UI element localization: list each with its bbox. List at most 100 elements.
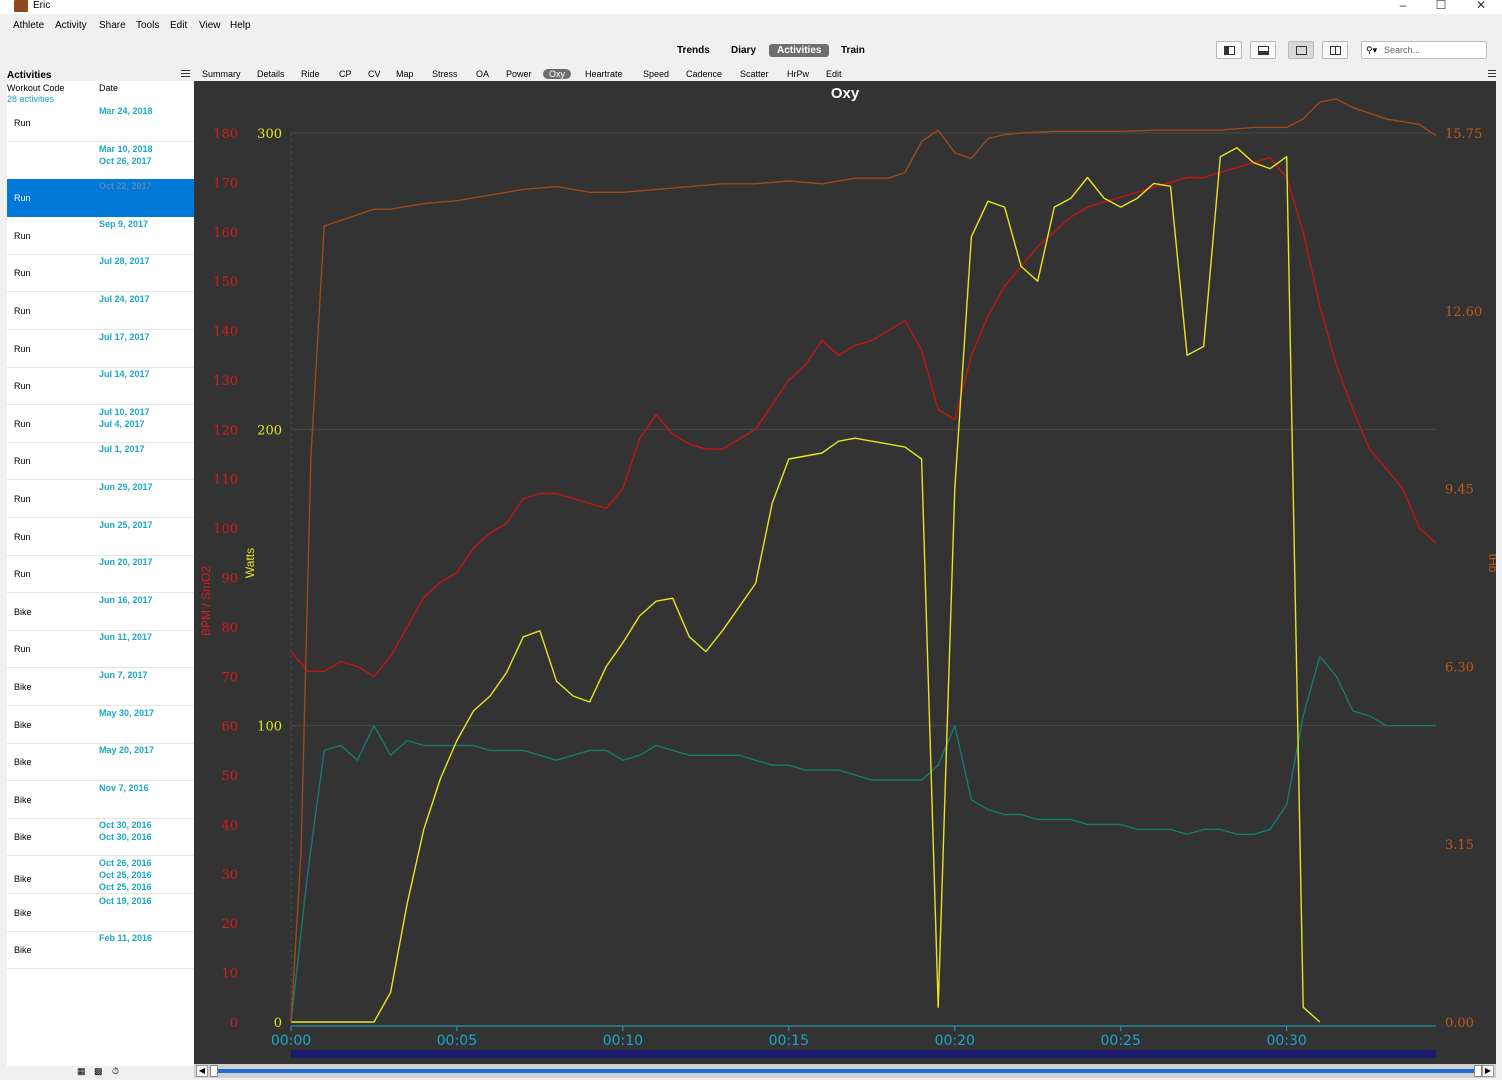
tabbed-view-button[interactable] <box>1288 41 1314 59</box>
activity-date[interactable]: May 30, 2017 <box>99 708 154 718</box>
chart-scrollbar[interactable]: ◀ ▶ <box>194 1064 1496 1078</box>
search-input[interactable] <box>1384 43 1482 57</box>
list-item[interactable]: Sep 9, 2017 Run <box>7 217 194 255</box>
chart-menu-icon[interactable] <box>1488 70 1496 77</box>
list-item[interactable]: May 30, 2017 Bike <box>7 706 194 744</box>
activity-date[interactable]: Jul 28, 2017 <box>99 256 150 266</box>
activity-date[interactable]: Jun 29, 2017 <box>99 482 153 492</box>
activity-date[interactable]: Oct 26, 2017 <box>99 156 152 166</box>
activity-date[interactable]: Oct 26, 2016 <box>99 858 152 868</box>
activity-date[interactable]: Oct 22, 2017 <box>99 181 152 191</box>
tab-trends[interactable]: Trends <box>669 44 718 57</box>
tab-cv[interactable]: CV <box>362 69 387 79</box>
search-box[interactable]: ⚲▾ <box>1361 41 1487 59</box>
list-item[interactable]: Jul 10, 2017 Jul 4, 2017 Run <box>7 405 194 443</box>
tab-scatter[interactable]: Scatter <box>734 69 775 79</box>
menu-athlete[interactable]: Athlete <box>13 20 44 31</box>
scrollbar-left-handle[interactable] <box>210 1065 218 1077</box>
tab-speed[interactable]: Speed <box>637 69 675 79</box>
list-item[interactable]: Jul 17, 2017 Run <box>7 330 194 368</box>
activity-date[interactable]: Jul 10, 2017 <box>99 407 150 417</box>
menu-share[interactable]: Share <box>99 20 126 31</box>
scrollbar-track[interactable] <box>214 1069 1474 1073</box>
activity-date[interactable]: Jul 1, 2017 <box>99 444 145 454</box>
activity-date[interactable]: Oct 30, 2016 <box>99 832 152 842</box>
menu-activity[interactable]: Activity <box>55 20 87 31</box>
scroll-right-icon[interactable]: ▶ <box>1482 1065 1494 1077</box>
activity-date[interactable]: Oct 25, 2016 <box>99 882 152 892</box>
activity-date[interactable]: Jul 14, 2017 <box>99 369 150 379</box>
tab-diary[interactable]: Diary <box>723 44 764 57</box>
activity-date[interactable]: Jun 20, 2017 <box>99 557 153 567</box>
tab-summary[interactable]: Summary <box>196 69 247 79</box>
list-item[interactable]: Feb 11, 2016 Bike <box>7 931 194 970</box>
list-item[interactable]: May 20, 2017 Bike <box>7 743 194 782</box>
list-item[interactable]: Jun 20, 2017 Run <box>7 555 194 594</box>
list-item[interactable]: Jul 24, 2017 Run <box>7 292 194 330</box>
list-item[interactable]: Jun 11, 2017 Run <box>7 630 194 669</box>
activity-date[interactable]: Oct 30, 2016 <box>99 820 152 830</box>
list-item[interactable]: Jun 7, 2017 Bike <box>7 668 194 706</box>
timer-icon[interactable]: ⏱ <box>112 1067 122 1076</box>
tab-edit[interactable]: Edit <box>820 69 848 79</box>
tab-oa[interactable]: OA <box>470 69 495 79</box>
oxy-chart-svg[interactable]: Oxy 0 10 20 30 40 50 60 70 80 90 100 110 120 130 140 150… <box>194 81 1496 1064</box>
search-icon[interactable]: ⚲▾ <box>1366 45 1377 56</box>
list-item[interactable]: Jun 25, 2017 Run <box>7 518 194 556</box>
list-item[interactable]: Jul 1, 2017 Run <box>7 442 194 481</box>
column-header-workout-code[interactable]: Workout Code <box>7 83 64 93</box>
activity-date[interactable]: Jul 4, 2017 <box>99 419 145 429</box>
menu-view[interactable]: View <box>199 20 221 31</box>
list-item[interactable]: Jun 16, 2017 Bike <box>7 593 194 631</box>
activity-date[interactable]: Oct 25, 2016 <box>99 870 152 880</box>
activity-date[interactable]: Jul 17, 2017 <box>99 332 150 342</box>
scrollbar-right-handle[interactable] <box>1474 1065 1482 1077</box>
activity-date[interactable]: Jun 25, 2017 <box>99 520 153 530</box>
list-item[interactable]: Oct 22, 2017 Run <box>7 179 194 218</box>
menu-edit[interactable]: Edit <box>170 20 187 31</box>
activity-date[interactable]: Jun 16, 2017 <box>99 595 153 605</box>
tab-map[interactable]: Map <box>390 69 420 79</box>
tab-train[interactable]: Train <box>833 44 873 57</box>
activity-date[interactable]: Sep 9, 2017 <box>99 219 148 229</box>
tab-heartrate[interactable]: Heartrate <box>579 69 629 79</box>
folder-icon[interactable]: ▩ <box>94 1067 104 1076</box>
column-header-date[interactable]: Date <box>99 83 118 93</box>
oxy-chart[interactable]: Oxy 0 10 20 30 40 50 60 70 80 90 100 110 120 130 140 150… <box>194 81 1496 1064</box>
tab-details[interactable]: Details <box>251 69 291 79</box>
maximize-icon[interactable]: ☐ <box>1426 0 1456 12</box>
toggle-bottom-panel-button[interactable] <box>1250 41 1276 59</box>
toggle-sidebar-button[interactable] <box>1216 41 1242 59</box>
tab-cadence[interactable]: Cadence <box>680 69 728 79</box>
tab-ride[interactable]: Ride <box>295 69 326 79</box>
hamburger-menu-icon[interactable] <box>181 70 190 77</box>
scroll-left-icon[interactable]: ◀ <box>196 1065 208 1077</box>
calendar-icon[interactable]: ▦ <box>77 1067 87 1076</box>
activity-date[interactable]: Oct 19, 2016 <box>99 896 152 906</box>
tab-power[interactable]: Power <box>500 69 538 79</box>
activity-date[interactable]: Jul 24, 2017 <box>99 294 150 304</box>
tiled-view-button[interactable] <box>1322 41 1348 59</box>
menu-tools[interactable]: Tools <box>136 20 159 31</box>
activity-date[interactable]: Feb 11, 2016 <box>99 933 152 943</box>
list-item[interactable]: Oct 30, 2016 Oct 30, 2016 Bike <box>7 818 194 857</box>
list-item[interactable]: Jul 14, 2017 Run <box>7 367 194 406</box>
list-item[interactable]: Oct 19, 2016 Bike <box>7 894 194 932</box>
list-item[interactable]: Mar 24, 2018 Run <box>7 104 194 142</box>
activity-date[interactable]: Jun 7, 2017 <box>99 670 148 680</box>
list-item[interactable]: Jul 28, 2017 Run <box>7 254 194 293</box>
close-icon[interactable]: ✕ <box>1466 0 1496 12</box>
activity-date[interactable]: May 20, 2017 <box>99 745 154 755</box>
tab-oxy[interactable]: Oxy <box>543 69 572 79</box>
activity-date[interactable]: Mar 24, 2018 <box>99 106 153 116</box>
activity-date[interactable]: Jun 11, 2017 <box>99 632 152 642</box>
activity-date[interactable]: Mar 10, 2018 <box>99 144 153 154</box>
list-item[interactable]: Mar 10, 2018 Oct 26, 2017 <box>7 142 194 180</box>
tab-hrpw[interactable]: HrPw <box>781 69 815 79</box>
list-item[interactable]: Oct 26, 2016 Oct 25, 2016 Oct 25, 2016 Bike <box>7 856 194 894</box>
menu-help[interactable]: Help <box>230 20 251 31</box>
minimize-icon[interactable]: – <box>1388 0 1418 12</box>
tab-cp[interactable]: CP <box>333 69 358 79</box>
list-item[interactable]: Jun 29, 2017 Run <box>7 480 194 518</box>
activity-date[interactable]: Nov 7, 2016 <box>99 783 149 793</box>
